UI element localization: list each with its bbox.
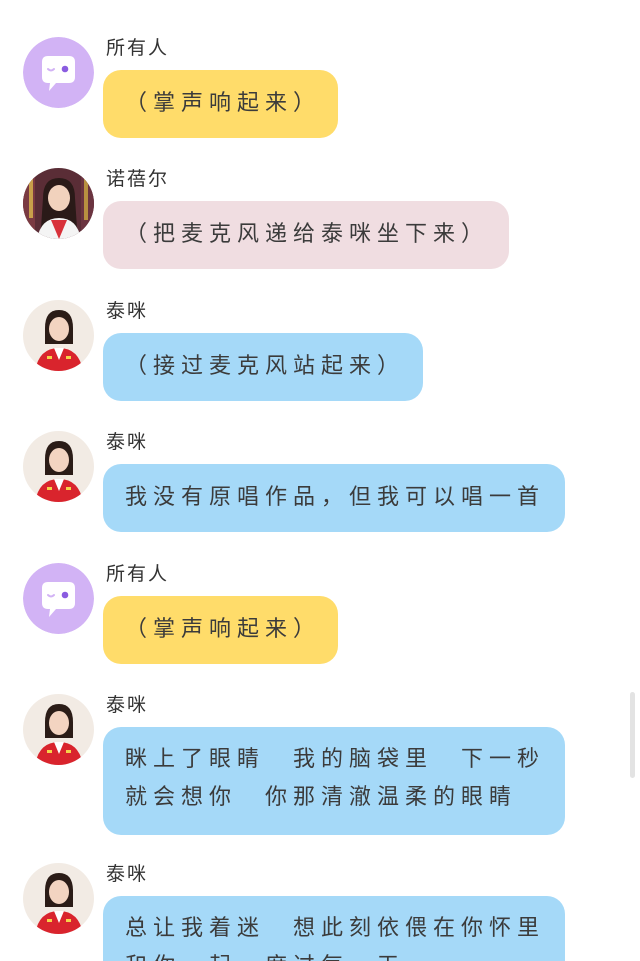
message-bubble[interactable]: 我没有原唱作品，但我可以唱一首 (103, 464, 565, 532)
sender-name: 泰咪 (106, 300, 149, 322)
sender-name: 所有人 (106, 37, 170, 59)
message-bubble[interactable]: （把麦克风递给泰咪坐下来） (103, 201, 509, 269)
message-bubble[interactable]: （掌声响起来） (103, 70, 338, 138)
singer-avatar-photo (23, 300, 94, 371)
avatar[interactable] (23, 168, 94, 239)
message-text: （接过麦克风站起来） (125, 354, 406, 379)
message-bubble[interactable]: 总让我着迷 想此刻依偎在你怀里 和你一起 度过每一天 (103, 896, 565, 961)
message-line: 总让我着迷 想此刻依偎在你怀里 (125, 916, 546, 941)
sender-name: 泰咪 (106, 431, 149, 453)
message-text: （掌声响起来） (125, 91, 322, 116)
sender-name: 诺蓓尔 (106, 168, 170, 190)
message-bubble[interactable]: （接过麦克风站起来） (103, 333, 423, 401)
message-line: 和你一起 度过每一天 (125, 948, 543, 961)
chat-log[interactable]: 所有人 （掌声响起来） 诺蓓尔 （把麦克风递给泰咪坐下来） 泰咪 （接过麦克风站… (0, 0, 640, 961)
avatar[interactable] (23, 431, 94, 502)
message-bubble[interactable]: （掌声响起来） (103, 596, 338, 664)
avatar[interactable] (23, 300, 94, 371)
message-text: （把麦克风递给泰咪坐下来） (125, 222, 490, 247)
message-line: 眯上了眼睛 我的脑袋里 下一秒 (125, 747, 546, 772)
singer-avatar-photo (23, 431, 94, 502)
message-line: 就会想你 你那清澈温柔的眼睛 (125, 785, 518, 810)
singer-avatar-photo (23, 863, 94, 934)
avatar[interactable] (23, 563, 94, 634)
message-bubble[interactable]: 眯上了眼睛 我的脑袋里 下一秒 就会想你 你那清澈温柔的眼睛 (103, 727, 565, 835)
sender-name: 泰咪 (106, 863, 149, 885)
sender-name: 泰咪 (106, 694, 149, 716)
avatar[interactable] (23, 863, 94, 934)
avatar[interactable] (23, 37, 94, 108)
smiley-chat-bubble-icon (23, 563, 94, 634)
sender-name: 所有人 (106, 563, 170, 585)
smiley-chat-bubble-icon (23, 37, 94, 108)
avatar[interactable] (23, 694, 94, 765)
scrollbar-thumb[interactable] (630, 692, 635, 778)
message-text: （掌声响起来） (125, 617, 322, 642)
message-text: 我没有原唱作品，但我可以唱一首 (125, 485, 546, 510)
host-avatar-photo (23, 168, 94, 239)
singer-avatar-photo (23, 694, 94, 765)
